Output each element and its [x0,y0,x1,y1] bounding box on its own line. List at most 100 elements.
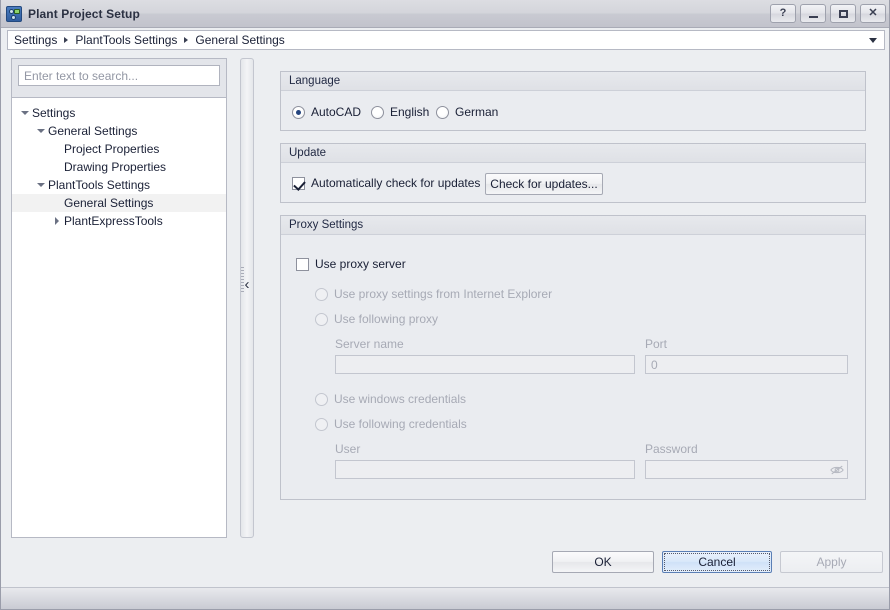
chevron-down-icon[interactable] [34,176,48,194]
help-button[interactable]: ? [770,4,796,23]
cancel-button[interactable]: Cancel [662,551,772,573]
tree-item[interactable]: General Settings [12,122,226,140]
checkbox-label: Automatically check for updates [311,176,481,190]
tree-item[interactable]: PlantTools Settings [12,176,226,194]
breadcrumb-item-planttools-settings[interactable]: PlantTools Settings [75,33,177,47]
proxy-group-body: Use proxy server Use proxy settings from… [281,235,865,499]
user-input[interactable] [335,460,635,479]
tree-item[interactable]: Drawing Properties [12,158,226,176]
radio-language-english[interactable]: English [371,105,429,119]
settings-tree[interactable]: Settings General Settings Project Properti… [12,97,226,537]
checkbox-icon [296,257,309,271]
radio-icon [315,287,328,301]
server-name-field-wrap [335,355,635,374]
tree-item[interactable]: General Settings [12,194,226,212]
port-field-wrap [645,355,848,374]
proxy-group-title: Proxy Settings [289,219,364,231]
checkbox-use-proxy-server[interactable]: Use proxy server [296,257,406,271]
port-input[interactable] [645,355,848,374]
search-input[interactable] [18,65,220,86]
port-label: Port [645,337,668,351]
radio-icon [315,392,328,406]
tree-item-label: PlantTools Settings [48,178,151,192]
ok-button[interactable]: OK [552,551,654,573]
window-title: Plant Project Setup [28,6,140,21]
tree-item-label: Project Properties [64,142,160,156]
help-icon: ? [779,7,787,19]
tree-item-label: PlantExpressTools [64,214,163,228]
checkbox-auto-check-updates[interactable]: Automatically check for updates [292,176,480,190]
breadcrumb-separator-icon [184,37,189,43]
radio-label: German [455,105,499,119]
update-group-body: Automatically check for updates Check fo… [281,163,865,202]
password-field-wrap [645,460,848,479]
apply-label: Apply [816,555,847,569]
radio-icon [315,417,328,431]
breadcrumb[interactable]: Settings PlantTools Settings General Set… [7,30,885,50]
tree-item[interactable]: Settings [12,104,226,122]
check-for-updates-button[interactable]: Check for updates... [485,173,603,195]
proxy-group-header: Proxy Settings [281,216,865,235]
tree-arrow-spacer [50,158,64,176]
radio-label: Use proxy settings from Internet Explore… [334,287,553,301]
radio-label: Use following credentials [334,417,467,431]
ok-label: OK [594,555,612,569]
plant-project-icon [6,5,22,22]
eye-off-icon[interactable] [830,464,844,475]
breadcrumb-item-settings[interactable]: Settings [14,33,57,47]
maximize-button[interactable] [830,4,856,23]
radio-use-windows-credentials[interactable]: Use windows credentials [315,392,466,406]
radio-language-autocad[interactable]: AutoCAD [292,105,361,119]
radio-label: Use windows credentials [334,392,467,406]
minimize-button[interactable] [800,4,826,23]
radio-label: AutoCAD [311,105,362,119]
splitter-bar[interactable]: ‹ [240,58,254,538]
chevron-down-icon[interactable] [34,122,48,140]
radio-icon [371,105,384,119]
radio-label: Use following proxy [334,312,439,326]
tree-item[interactable]: PlantExpressTools [12,212,226,230]
maximize-icon [838,9,848,18]
chevron-down-icon[interactable] [865,31,881,49]
tree-item-label: Settings [32,106,76,120]
plant-project-setup-window: Plant Project Setup ? ✕ Settings PlantTo… [0,0,890,610]
cancel-label: Cancel [698,555,736,569]
radio-use-following-credentials[interactable]: Use following credentials [315,417,467,431]
checkbox-label: Use proxy server [315,257,406,271]
language-group-body: AutoCAD English German [281,91,865,130]
chevron-right-icon[interactable] [50,212,64,230]
server-name-input[interactable] [335,355,635,374]
update-group: Update Automatically check for updates C… [280,143,866,203]
search-container [12,59,226,91]
window-buttons: ? ✕ [770,4,886,23]
password-input[interactable] [645,460,848,479]
proxy-settings-group: Proxy Settings Use proxy server Use prox… [280,215,866,500]
password-label: Password [645,442,698,456]
settings-content: Language AutoCAD English German Update A… [280,58,889,609]
status-bar [1,587,889,609]
radio-icon [436,105,449,119]
tree-arrow-spacer [50,140,64,158]
check-for-updates-label: Check for updates... [490,177,598,191]
panel-splitter[interactable]: ‹ [237,58,257,538]
title-bar: Plant Project Setup ? ✕ [1,0,889,28]
close-button[interactable]: ✕ [860,4,886,23]
tree-item[interactable]: Project Properties [12,140,226,158]
user-field-wrap [335,460,635,479]
radio-proxy-from-internet-explorer[interactable]: Use proxy settings from Internet Explore… [315,287,552,301]
update-group-header: Update [281,144,865,163]
radio-language-german[interactable]: German [436,105,498,119]
chevron-down-icon[interactable] [18,104,32,122]
tree-item-label: General Settings [48,124,138,138]
tree-arrow-spacer [50,194,64,212]
radio-use-following-proxy[interactable]: Use following proxy [315,312,438,326]
breadcrumb-separator-icon [64,37,69,43]
language-group: Language AutoCAD English German [280,71,866,131]
tree-item-label: Drawing Properties [64,160,167,174]
language-group-header: Language [281,72,865,91]
breadcrumb-item-general-settings[interactable]: General Settings [195,33,284,47]
apply-button: Apply [780,551,883,573]
close-icon: ✕ [868,7,878,19]
radio-icon [315,312,328,326]
chevron-left-icon[interactable]: ‹ [241,277,253,292]
